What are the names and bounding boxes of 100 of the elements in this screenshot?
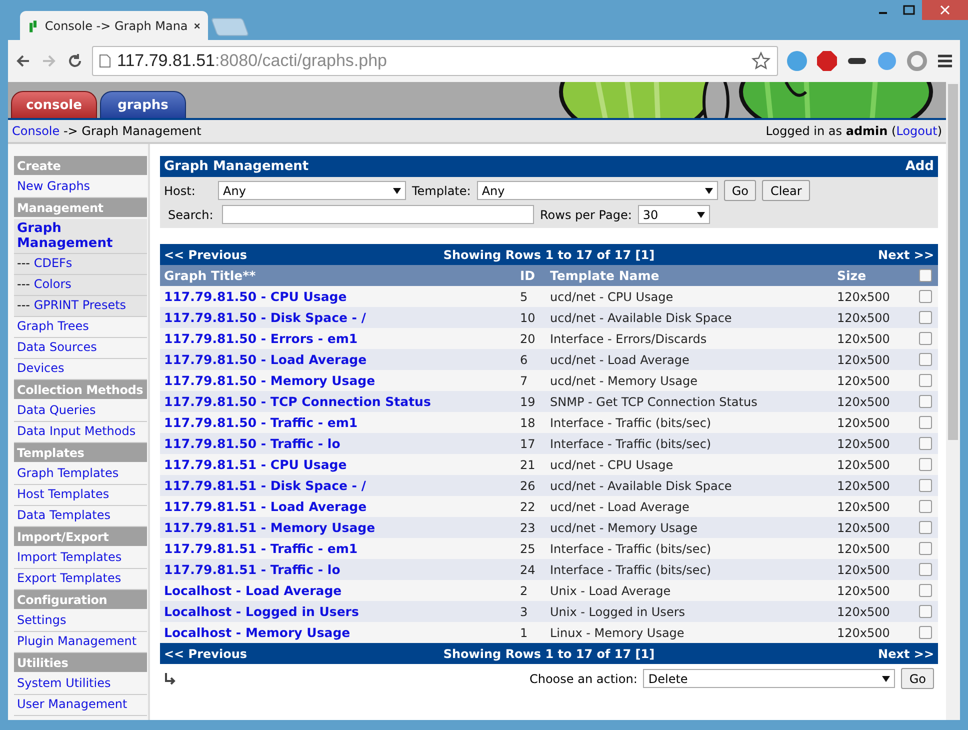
graph-link[interactable]: Localhost - Load Average — [164, 583, 520, 598]
graph-link[interactable]: 117.79.81.51 - Disk Space - / — [164, 478, 520, 493]
previous-link[interactable]: << Previous — [164, 646, 444, 660]
graph-link[interactable]: 117.79.81.51 - Traffic - lo — [164, 562, 520, 577]
row-checkbox[interactable] — [919, 416, 932, 429]
row-checkbox[interactable] — [919, 542, 932, 555]
table-cell-text: 120x500 — [837, 542, 891, 556]
column-header[interactable]: Graph Title** — [164, 268, 520, 283]
maximize-icon[interactable] — [903, 5, 915, 15]
browser-tab[interactable]: Console -> Graph Mana — [20, 11, 208, 40]
clear-button[interactable]: Clear — [762, 180, 810, 201]
row-checkbox[interactable] — [919, 584, 932, 597]
table-cell-text: 120x500 — [837, 290, 891, 304]
row-checkbox[interactable] — [919, 479, 932, 492]
stop-sign-icon[interactable] — [816, 50, 838, 72]
sidebar-link[interactable]: New Graphs — [17, 179, 90, 193]
extension-icon[interactable] — [786, 50, 808, 72]
column-header[interactable]: Size — [837, 268, 919, 283]
table-cell-text: ucd/net - Available Disk Space — [550, 478, 733, 492]
sidebar-link[interactable]: Import Templates — [17, 550, 122, 564]
close-icon[interactable] — [194, 22, 200, 30]
add-link[interactable]: Add — [905, 159, 934, 174]
graph-link[interactable]: 117.79.81.50 - TCP Connection Status — [164, 394, 520, 409]
graph-link[interactable]: 117.79.81.50 - Traffic - lo — [164, 436, 520, 451]
graph-link[interactable]: 117.79.81.51 - Traffic - em1 — [164, 541, 520, 556]
extension-icon[interactable] — [876, 50, 898, 72]
sidebar-link[interactable]: GPRINT Presets — [34, 298, 126, 312]
star-icon[interactable] — [751, 51, 771, 71]
sidebar-link[interactable]: Data Templates — [17, 508, 110, 522]
sidebar-link[interactable]: System Utilities — [17, 676, 111, 690]
go-button[interactable]: Go — [901, 668, 934, 689]
row-checkbox[interactable] — [919, 521, 932, 534]
row-checkbox[interactable] — [919, 395, 932, 408]
row-checkbox[interactable] — [919, 311, 932, 324]
breadcrumb-link[interactable]: Console — [12, 124, 60, 138]
row-checkbox[interactable] — [919, 458, 932, 471]
address-bar[interactable]: 117.79.81.51:8080/cacti/graphs.php — [92, 46, 778, 76]
sidebar-link[interactable]: Graph Trees — [17, 319, 89, 333]
sidebar-link[interactable]: Devices — [17, 361, 64, 375]
table-cell-text: ucd/net - CPU Usage — [550, 458, 674, 472]
table-cell-text: Interface - Traffic (bits/sec) — [550, 436, 712, 450]
table-cell-text: 26 — [520, 478, 536, 492]
row-checkbox[interactable] — [919, 605, 932, 618]
row-checkbox[interactable] — [919, 437, 932, 450]
action-select[interactable]: Delete — [643, 669, 896, 688]
indent-dashes: --- — [17, 277, 31, 291]
search-field[interactable] — [222, 205, 534, 224]
table-cell-text: ucd/net - Load Average — [550, 352, 690, 366]
sidebar-link[interactable]: Export Templates — [17, 571, 122, 585]
table-cell-text: ucd/net - Load Average — [550, 500, 690, 514]
graph-link[interactable]: Localhost - Logged in Users — [164, 604, 520, 619]
graph-link[interactable]: 117.79.81.50 - Memory Usage — [164, 373, 520, 388]
nav-tab[interactable]: graphs — [100, 91, 186, 118]
table-cell-text: 120x500 — [837, 416, 891, 430]
reload-icon[interactable] — [66, 52, 84, 70]
row-checkbox[interactable] — [919, 563, 932, 576]
row-checkbox[interactable] — [919, 290, 932, 303]
nav-tab[interactable]: console — [11, 91, 97, 118]
sidebar-link[interactable]: Graph Templates — [17, 466, 119, 480]
sidebar-link[interactable]: Host Templates — [17, 487, 110, 501]
sidebar-link[interactable]: Plugin Management — [17, 634, 137, 648]
go-button[interactable]: Go — [724, 180, 756, 201]
sidebar-link[interactable]: CDEFs — [34, 256, 72, 270]
sidebar-link[interactable]: Settings — [17, 613, 66, 627]
graph-link[interactable]: 117.79.81.51 - CPU Usage — [164, 457, 520, 472]
rows-select[interactable]: 30 — [638, 205, 710, 224]
column-header[interactable]: ID — [520, 268, 550, 283]
graph-link[interactable]: Localhost - Memory Usage — [164, 625, 520, 640]
row-checkbox[interactable] — [919, 626, 932, 639]
row-checkbox[interactable] — [919, 332, 932, 345]
row-checkbox[interactable] — [919, 500, 932, 513]
new-tab-button[interactable] — [210, 18, 250, 36]
column-header[interactable]: Template Name — [550, 268, 837, 283]
menu-icon[interactable] — [936, 52, 954, 70]
graph-link[interactable]: 117.79.81.50 - CPU Usage — [164, 289, 520, 304]
table-cell-text: 22 — [520, 500, 536, 514]
sidebar-link[interactable]: Colors — [34, 277, 72, 291]
graph-link[interactable]: 117.79.81.51 - Memory Usage — [164, 520, 520, 535]
sidebar-link[interactable]: Data Sources — [17, 340, 97, 354]
previous-link[interactable]: << Previous — [164, 248, 444, 262]
indent-dashes: --- — [17, 298, 31, 312]
host-select[interactable]: Any — [218, 181, 406, 200]
row-checkbox[interactable] — [919, 353, 932, 366]
sidebar-link[interactable]: Data Queries — [17, 403, 96, 417]
next-link[interactable]: Next >> — [878, 248, 934, 262]
sidebar-link[interactable]: Data Input Methods — [17, 424, 136, 438]
table-cell-text: ucd/net - Available Disk Space — [550, 310, 733, 324]
graph-link[interactable]: 117.79.81.50 - Errors - em1 — [164, 331, 520, 346]
graph-link[interactable]: 117.79.81.50 - Traffic - em1 — [164, 415, 520, 430]
template-select[interactable]: Any — [476, 181, 718, 200]
row-checkbox[interactable] — [919, 374, 932, 387]
sidebar-link[interactable]: Graph Management — [17, 221, 144, 251]
next-link[interactable]: Next >> — [878, 646, 934, 660]
sidebar-link[interactable]: User Management — [17, 697, 128, 711]
logout-link[interactable]: Logout — [896, 124, 938, 138]
graph-link[interactable]: 117.79.81.51 - Load Average — [164, 499, 520, 514]
select-all-checkbox[interactable] — [919, 269, 932, 282]
circle-icon[interactable] — [906, 50, 928, 72]
graph-link[interactable]: 117.79.81.50 - Load Average — [164, 352, 520, 367]
graph-link[interactable]: 117.79.81.50 - Disk Space - / — [164, 310, 520, 325]
